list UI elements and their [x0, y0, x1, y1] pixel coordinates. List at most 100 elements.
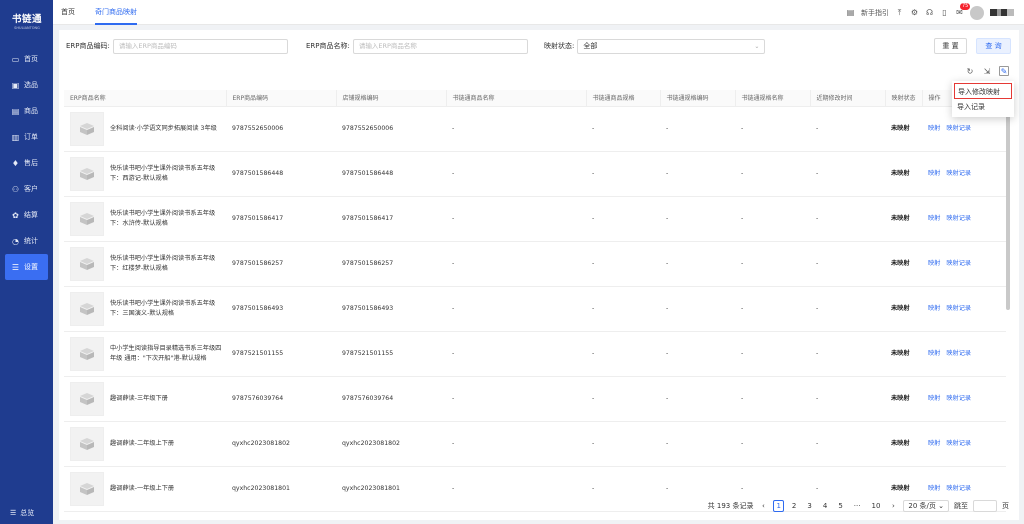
- map-records-link[interactable]: 映射记录: [946, 170, 971, 177]
- cell-shop-code: 9787501586448: [336, 151, 446, 197]
- page-1[interactable]: 1: [773, 500, 784, 512]
- sidebar-item-home[interactable]: ▭ 首页: [0, 46, 53, 72]
- map-link[interactable]: 映射: [928, 305, 940, 312]
- prev-page-button[interactable]: ‹: [758, 500, 768, 512]
- map-link[interactable]: 映射: [928, 125, 940, 132]
- jump-label: 跳至: [954, 502, 968, 510]
- table-body: 全科阅读·小学语文同步拓展阅读 3年级 9787552650006 97875526…: [64, 106, 1006, 512]
- sidebar: 书链通 SHULIANTONG ▭ 首页 ▣ 选品 ▤ 商品 ▥ 订单 ♦ 售后 ⚇ 客户 …: [0, 0, 53, 524]
- document-icon[interactable]: ▯: [940, 8, 949, 17]
- page-ellipsis[interactable]: ···: [851, 500, 864, 512]
- sidebar-item-selection[interactable]: ▣ 选品: [0, 72, 53, 98]
- sidebar-item-label: 商品: [24, 107, 38, 115]
- refresh-icon[interactable]: ↻: [965, 66, 975, 76]
- map-records-link[interactable]: 映射记录: [946, 125, 971, 132]
- map-link[interactable]: 映射: [928, 260, 940, 267]
- page-4[interactable]: 4: [820, 500, 830, 512]
- cell-product: 趣调薛读-二年级上下册: [64, 421, 226, 467]
- chevron-down-icon: ⌄: [754, 42, 760, 50]
- page-size-select[interactable]: 20 条/页 ⌄: [903, 500, 949, 512]
- next-page-button[interactable]: ›: [888, 500, 898, 512]
- cell-sl-spec: -: [586, 286, 660, 332]
- username-redacted[interactable]: [990, 9, 1014, 16]
- cell-sl-spec: -: [586, 241, 660, 287]
- product-thumbnail: [70, 156, 104, 191]
- aftersale-icon: ♦: [11, 158, 20, 168]
- table-row: 快乐读书吧小学生课外阅读书系五年级下：三国演义-默认规格 978750158649…: [64, 286, 1006, 332]
- table-row: 快乐读书吧小学生课外阅读书系五年级下：红楼梦-默认规格 9787501586257…: [64, 241, 1006, 287]
- sidebar-collapse[interactable]: ☰ 总览: [10, 508, 34, 518]
- map-status-select[interactable]: 全部 ⌄: [577, 38, 766, 54]
- map-link[interactable]: 映射: [928, 440, 940, 447]
- export-icon[interactable]: ⇲: [982, 66, 992, 76]
- tab-home[interactable]: 首页: [61, 0, 75, 25]
- map-link[interactable]: 映射: [928, 485, 940, 492]
- sidebar-item-stats[interactable]: ◔ 统计: [0, 228, 53, 254]
- product-thumbnail: [70, 426, 104, 461]
- map-link[interactable]: 映射: [928, 215, 940, 222]
- cell-sl-name: -: [446, 196, 586, 242]
- topbar-tools: ▤ 新手指引 ⤒ ⚙ ☊ ▯ ✉ 75: [846, 0, 1014, 25]
- map-link[interactable]: 映射: [928, 170, 940, 177]
- avatar[interactable]: [970, 5, 984, 20]
- logo: 书链通 SHULIANTONG: [9, 11, 45, 30]
- cell-modified: -: [810, 421, 885, 467]
- map-records-link[interactable]: 映射记录: [946, 440, 971, 447]
- erp-code-input[interactable]: 请输入ERP商品编码: [112, 38, 288, 54]
- table-row: 趣调薛读-二年级上下册 qyxhc2023081802 qyxhc202308180…: [64, 421, 1006, 467]
- cell-sl-code: -: [660, 151, 735, 197]
- guide-icon: ▤: [846, 8, 855, 17]
- sidebar-item-settings[interactable]: ☰ 设置: [5, 254, 48, 280]
- page-3[interactable]: 3: [804, 500, 814, 512]
- reset-button[interactable]: 重 置: [934, 38, 967, 54]
- map-records-link[interactable]: 映射记录: [946, 395, 971, 402]
- query-button[interactable]: 查 询: [976, 38, 1011, 54]
- tab-qimen-mapping[interactable]: 奇门商品映射: [95, 0, 137, 25]
- product-name: 趣调薛读-一年级上下册: [110, 484, 175, 492]
- cell-sl-spec-name: -: [735, 421, 810, 467]
- sidebar-item-label: 选品: [24, 81, 38, 89]
- sidebar-nav: ▭ 首页 ▣ 选品 ▤ 商品 ▥ 订单 ♦ 售后 ⚇ 客户 ✿ 结算 ◔ 统计 ☰ 设置: [0, 46, 53, 280]
- import-modify-mapping-item[interactable]: 导入修改映射: [954, 83, 1012, 99]
- map-records-link[interactable]: 映射记录: [946, 305, 971, 312]
- page-5[interactable]: 5: [835, 500, 845, 512]
- upload-icon[interactable]: ⤒: [895, 8, 904, 17]
- cell-sl-code: -: [660, 286, 735, 332]
- map-records-link[interactable]: 映射记录: [946, 215, 971, 222]
- import-records-item[interactable]: 导入记录: [952, 99, 1014, 115]
- sidebar-item-label: 订单: [24, 133, 38, 141]
- sidebar-item-goods[interactable]: ▤ 商品: [0, 98, 53, 124]
- logo-title: 书链通: [11, 14, 42, 25]
- product-thumbnail: [70, 111, 104, 146]
- cell-sl-spec: -: [586, 466, 660, 512]
- sidebar-item-orders[interactable]: ▥ 订单: [0, 124, 53, 150]
- page-2[interactable]: 2: [789, 500, 799, 512]
- headset-icon[interactable]: ☊: [925, 8, 934, 17]
- map-records-link[interactable]: 映射记录: [946, 260, 971, 267]
- map-records-link[interactable]: 映射记录: [946, 350, 971, 357]
- sidebar-item-settlement[interactable]: ✿ 结算: [0, 202, 53, 228]
- map-link[interactable]: 映射: [928, 350, 940, 357]
- jump-page-input[interactable]: [973, 500, 997, 512]
- erp-name-input[interactable]: 请输入ERP商品名称: [352, 38, 528, 54]
- settlement-icon: ✿: [12, 210, 19, 220]
- mail-icon[interactable]: ✉ 75: [955, 3, 971, 17]
- map-link[interactable]: 映射: [928, 395, 940, 402]
- import-edit-icon[interactable]: ✎: [999, 66, 1009, 76]
- sidebar-item-customers[interactable]: ⚇ 客户: [0, 176, 53, 202]
- map-records-link[interactable]: 映射记录: [946, 485, 971, 492]
- cell-sl-name: -: [446, 466, 586, 512]
- cell-shop-code: 9787501586493: [336, 286, 446, 332]
- product-cell: 快乐读书吧小学生课外阅读书系五年级下：水浒传-默认规格: [70, 201, 226, 236]
- scrollbar[interactable]: [1006, 110, 1010, 310]
- mapping-table: ERP商品名称 ERP商品编码 店铺规格编码 书链通商品名称 书链通商品规格 书…: [64, 90, 1006, 512]
- product-cell: 全科阅读·小学语文同步拓展阅读 3年级: [70, 111, 226, 146]
- product-thumbnail: [70, 381, 104, 416]
- col-header: 店铺规格编码: [335, 90, 446, 107]
- cell-sl-spec: -: [586, 331, 660, 377]
- customer-icon: ⚇: [11, 184, 20, 194]
- guide-link[interactable]: 新手指引: [861, 8, 889, 18]
- sidebar-item-aftersale[interactable]: ♦ 售后: [0, 150, 53, 176]
- page-10[interactable]: 10: [868, 500, 883, 512]
- settings-gear-icon[interactable]: ⚙: [910, 8, 919, 17]
